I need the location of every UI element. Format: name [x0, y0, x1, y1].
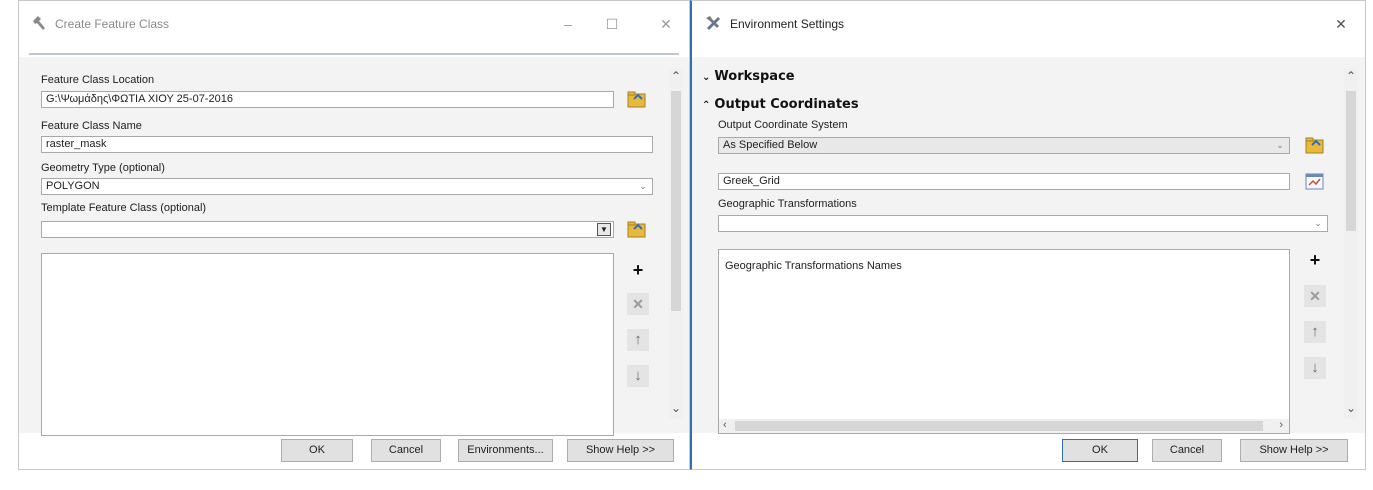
environments-button[interactable]: Environments... — [458, 439, 553, 462]
title-bar: Environment Settings — [692, 1, 1365, 47]
geographic-transformations-label: Geographic Transformations — [718, 198, 857, 210]
dialog-footer: OK Cancel Show Help >> — [692, 433, 1365, 469]
title-bar: Create Feature Class — [19, 1, 689, 47]
workspace-section-header[interactable]: ⌄ Workspace — [702, 69, 795, 84]
coordinate-system-properties-icon[interactable] — [1304, 171, 1326, 193]
window-title: Environment Settings — [730, 17, 845, 31]
show-help-button[interactable]: Show Help >> — [1240, 439, 1348, 462]
browse-folder-icon[interactable] — [1304, 135, 1326, 157]
vertical-scrollbar[interactable]: ⌃ ⌄ — [1344, 69, 1358, 419]
title-separator — [29, 53, 679, 55]
environment-settings-window: Environment Settings ✕ ⌄ Workspace ⌃ Outpu… — [690, 0, 1366, 470]
move-up-icon[interactable]: ↑ — [1304, 321, 1326, 343]
geometry-type-select[interactable]: POLYGON ⌄ — [41, 178, 653, 195]
scroll-left-icon[interactable]: ‹ — [723, 419, 727, 431]
browse-folder-icon[interactable] — [626, 219, 648, 241]
chevron-down-icon[interactable]: ⌄ — [1311, 216, 1325, 231]
window-title: Create Feature Class — [55, 17, 170, 31]
scrollbar-thumb[interactable] — [735, 421, 1263, 431]
dropdown-arrow-icon[interactable]: ▼ — [597, 223, 611, 236]
coordinate-system-name-input[interactable]: Greek_Grid — [718, 173, 1290, 190]
output-coordinate-system-select[interactable]: As Specified Below ⌄ — [718, 137, 1290, 154]
scroll-down-icon[interactable]: ⌄ — [1344, 401, 1358, 415]
scroll-down-icon[interactable]: ⌄ — [669, 401, 683, 415]
template-feature-class-select[interactable]: ▼ — [41, 221, 614, 238]
environment-settings-panel: ⌄ Workspace ⌃ Output Coordinates Output Co… — [692, 57, 1365, 434]
tool-parameters-panel: Feature Class Location G:\Ψωμάδης\ΦΩΤΙΑ … — [19, 57, 689, 436]
cancel-button[interactable]: Cancel — [371, 439, 441, 462]
show-help-button[interactable]: Show Help >> — [567, 439, 674, 462]
feature-class-location-label: Feature Class Location — [41, 74, 155, 86]
create-feature-class-window: Create Feature Class – ☐ ✕ Feature Class… — [18, 0, 690, 470]
remove-icon[interactable]: ✕ — [627, 293, 649, 315]
close-button[interactable]: ✕ — [1332, 15, 1350, 33]
dialog-footer: OK Cancel Environments... Show Help >> — [19, 433, 689, 469]
collapse-icon: ⌃ — [702, 100, 711, 111]
geometry-type-value: POLYGON — [46, 180, 100, 192]
chevron-down-icon[interactable]: ⌄ — [1273, 138, 1287, 153]
geographic-transformations-list[interactable]: Geographic Transformations Names ‹ › — [718, 249, 1290, 434]
scroll-up-icon[interactable]: ⌃ — [1344, 69, 1358, 83]
scrollbar-thumb[interactable] — [671, 91, 681, 311]
move-down-icon[interactable]: ↓ — [1304, 357, 1326, 379]
tools-icon — [704, 15, 722, 34]
expand-icon: ⌄ — [702, 72, 711, 83]
output-coordinate-system-label: Output Coordinate System — [718, 119, 848, 131]
add-icon[interactable]: + — [1304, 249, 1326, 271]
close-button[interactable]: ✕ — [657, 15, 675, 33]
geographic-transformations-select[interactable]: ⌄ — [718, 215, 1328, 232]
maximize-button[interactable]: ☐ — [603, 15, 621, 33]
geometry-type-label: Geometry Type (optional) — [41, 162, 165, 174]
scroll-right-icon[interactable]: › — [1279, 419, 1283, 431]
horizontal-scrollbar[interactable]: ‹ › — [719, 419, 1289, 433]
feature-class-name-label: Feature Class Name — [41, 120, 142, 132]
browse-folder-icon[interactable] — [626, 89, 648, 111]
output-coordinate-system-value: As Specified Below — [723, 139, 818, 151]
add-icon[interactable]: + — [627, 259, 649, 281]
ok-button[interactable]: OK — [281, 439, 353, 462]
chevron-down-icon[interactable]: ⌄ — [636, 179, 650, 194]
move-down-icon[interactable]: ↓ — [627, 365, 649, 387]
template-list[interactable] — [41, 253, 614, 436]
output-coordinates-section-label: Output Coordinates — [714, 97, 859, 112]
remove-icon[interactable]: ✕ — [1304, 285, 1326, 307]
feature-class-location-input[interactable]: G:\Ψωμάδης\ΦΩΤΙΑ ΧΙΟΥ 25-07-2016 — [41, 91, 614, 108]
ok-button[interactable]: OK — [1062, 439, 1138, 462]
geographic-transformations-names-header: Geographic Transformations Names — [725, 260, 902, 272]
scrollbar-thumb[interactable] — [1346, 91, 1356, 231]
hammer-icon — [31, 15, 47, 34]
move-up-icon[interactable]: ↑ — [627, 329, 649, 351]
minimize-button[interactable]: – — [559, 15, 577, 33]
feature-class-name-input[interactable]: raster_mask — [41, 136, 653, 153]
workspace-section-label: Workspace — [714, 69, 795, 84]
output-coordinates-section-header[interactable]: ⌃ Output Coordinates — [702, 97, 859, 112]
template-feature-class-label: Template Feature Class (optional) — [41, 202, 207, 214]
vertical-scrollbar[interactable]: ⌃ ⌄ — [669, 69, 683, 419]
scroll-up-icon[interactable]: ⌃ — [669, 69, 683, 83]
cancel-button[interactable]: Cancel — [1152, 439, 1222, 462]
